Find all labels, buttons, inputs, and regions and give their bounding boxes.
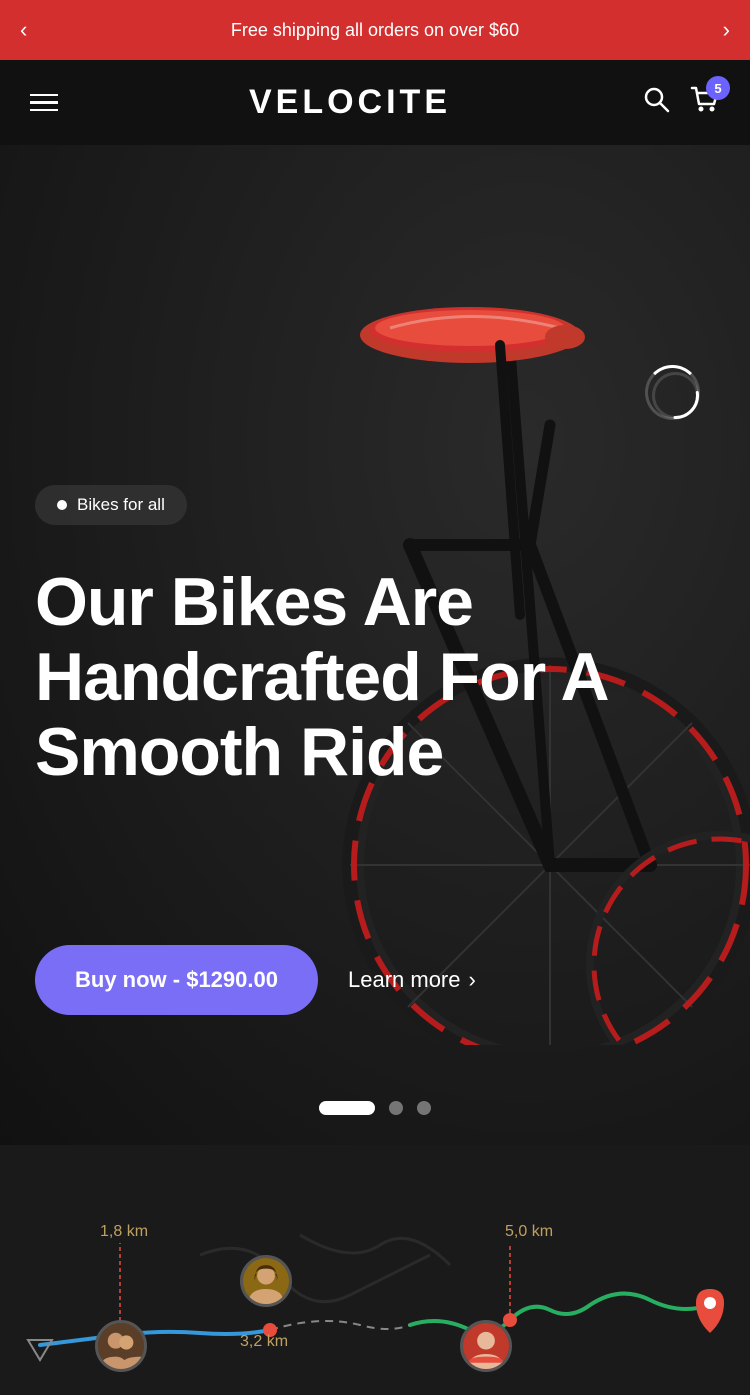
learn-more-text: Learn more (348, 967, 461, 993)
hamburger-line-3 (30, 109, 58, 112)
search-icon[interactable] (642, 85, 670, 120)
distance-label-2: 3,2 km (240, 1333, 288, 1351)
map-container: 1,8 km 3,2 km 5,0 km (0, 1175, 750, 1395)
learn-more-link[interactable]: Learn more › (348, 967, 476, 993)
site-logo[interactable]: VELOCITE (249, 83, 451, 122)
badge-dot (57, 500, 67, 510)
distance-label-3: 5,0 km (505, 1223, 553, 1241)
announcement-text: Free shipping all orders on over $60 (27, 20, 722, 41)
cart-icon-wrapper[interactable]: 5 (690, 86, 720, 119)
announcement-prev-arrow[interactable]: ‹ (20, 17, 27, 43)
announcement-bar: ‹ Free shipping all orders on over $60 › (0, 0, 750, 60)
user-avatar-2 (95, 1320, 147, 1372)
hamburger-line-1 (30, 94, 58, 97)
hero-section: Bikes for all Our Bikes Are Handcrafted … (0, 145, 750, 1145)
badge-text: Bikes for all (77, 495, 165, 515)
slider-dots (319, 1101, 431, 1115)
announcement-next-arrow[interactable]: › (723, 17, 730, 43)
hamburger-menu[interactable] (30, 94, 58, 112)
distance-label-1: 1,8 km (100, 1223, 148, 1241)
slider-dot-3[interactable] (417, 1101, 431, 1115)
slider-dot-1[interactable] (319, 1101, 375, 1115)
header: VELOCITE 5 (0, 60, 750, 145)
hero-buttons: Buy now - $1290.00 Learn more › (35, 945, 715, 1015)
hamburger-line-2 (30, 101, 58, 104)
slider-dot-2[interactable] (389, 1101, 403, 1115)
buy-now-button[interactable]: Buy now - $1290.00 (35, 945, 318, 1015)
user-avatar-1 (240, 1255, 292, 1307)
loading-indicator (645, 365, 700, 420)
header-icons: 5 (642, 85, 720, 120)
map-section: 1,8 km 3,2 km 5,0 km (0, 1145, 750, 1395)
hero-headline: Our Bikes Are Handcrafted For A Smooth R… (35, 565, 715, 789)
category-badge: Bikes for all (35, 485, 187, 525)
cart-badge: 5 (706, 76, 730, 100)
learn-more-arrow: › (469, 967, 476, 993)
user-avatar-3 (460, 1320, 512, 1372)
